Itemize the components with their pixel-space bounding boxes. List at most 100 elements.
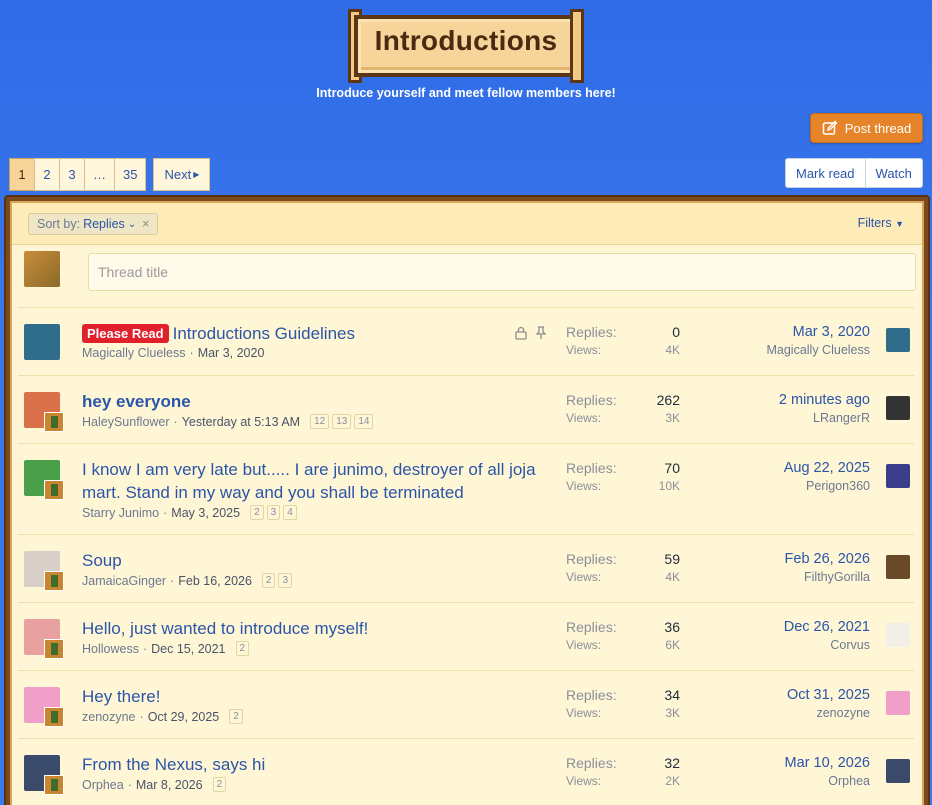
page-ellipsis[interactable]: … — [84, 158, 115, 191]
last-post-date[interactable]: Dec 26, 2021 — [784, 619, 870, 635]
last-poster-avatar[interactable] — [886, 555, 910, 579]
thread-page-link[interactable]: 4 — [283, 505, 297, 520]
thread-row[interactable]: From the Nexus, says hi Orphea · Mar 8, 202… — [18, 738, 914, 805]
replies-stat: Replies: 262 — [566, 392, 680, 408]
last-post-date[interactable]: Feb 26, 2026 — [785, 551, 870, 567]
thread-page-link[interactable]: 3 — [278, 573, 293, 588]
thread-author[interactable]: JamaicaGinger — [82, 574, 166, 588]
clear-sort-icon[interactable]: × — [142, 217, 149, 231]
page-2[interactable]: 2 — [34, 158, 60, 191]
mark-read-button[interactable]: Mark read — [785, 158, 866, 188]
thread-start-date[interactable]: Mar 8, 2026 — [136, 778, 203, 792]
thread-page-link[interactable]: 2 — [250, 505, 264, 520]
last-poster-name[interactable]: Perigon360 — [784, 479, 870, 493]
watch-button[interactable]: Watch — [864, 158, 923, 188]
thread-author[interactable]: Hollowess — [82, 642, 139, 656]
thread-row[interactable]: Please Read Introductions Guidelines Magic… — [18, 307, 914, 375]
author-avatar[interactable] — [24, 324, 60, 360]
thread-title-link[interactable]: Introductions Guidelines — [173, 324, 355, 343]
last-poster-name[interactable]: Orphea — [785, 774, 870, 788]
latest-poster-mini-avatar[interactable] — [44, 639, 64, 659]
thread-author[interactable]: zenozyne — [82, 710, 136, 724]
page-35[interactable]: 35 — [114, 158, 147, 191]
thread-title-link[interactable]: Soup — [82, 551, 122, 570]
thread-stats: Replies: 59 Views: 4K — [566, 551, 680, 584]
post-thread-button[interactable]: Post thread — [810, 113, 923, 143]
last-post-date[interactable]: 2 minutes ago — [779, 392, 870, 408]
last-poster-name[interactable]: zenozyne — [787, 706, 870, 720]
thread-page-link[interactable]: 2 — [229, 709, 243, 724]
last-post-date[interactable]: Mar 10, 2026 — [785, 755, 870, 771]
thread-page-link[interactable]: 3 — [266, 505, 281, 520]
last-poster-name[interactable]: LRangerR — [779, 411, 870, 425]
last-post-date[interactable]: Aug 22, 2025 — [784, 460, 870, 476]
last-post-date[interactable]: Mar 3, 2020 — [766, 324, 870, 340]
thread-row[interactable]: hey everyone HaleySunflower · Yesterday at … — [18, 375, 914, 443]
latest-poster-mini-avatar[interactable] — [44, 412, 64, 432]
thread-page-link[interactable]: 2 — [261, 573, 276, 588]
last-poster-avatar[interactable] — [886, 691, 910, 715]
last-poster-name[interactable]: FilthyGorilla — [785, 570, 870, 584]
author-avatar[interactable] — [24, 619, 64, 659]
author-avatar[interactable] — [24, 755, 64, 795]
author-avatar[interactable] — [24, 687, 64, 727]
thread-row[interactable]: Hello, just wanted to introduce myself! H… — [18, 602, 914, 670]
author-avatar[interactable] — [24, 551, 64, 591]
thread-start-date[interactable]: Yesterday at 5:13 AM — [182, 415, 300, 429]
page-1[interactable]: 1 — [9, 158, 35, 191]
latest-poster-mini-avatar[interactable] — [44, 707, 64, 727]
prefix-badge[interactable]: Please Read — [82, 324, 169, 343]
thread-page-link[interactable]: 12 — [310, 414, 330, 429]
last-poster-avatar[interactable] — [886, 396, 910, 420]
last-poster-avatar[interactable] — [886, 759, 910, 783]
thread-start-date[interactable]: Mar 3, 2020 — [198, 346, 265, 360]
thread-author[interactable]: HaleySunflower — [82, 415, 170, 429]
thread-page-link[interactable]: 2 — [212, 777, 227, 792]
thread-title-link[interactable]: hey everyone — [82, 392, 191, 411]
thread-page-link[interactable]: 13 — [332, 414, 352, 429]
thread-title-line: Hey there! — [82, 685, 552, 708]
latest-poster-mini-avatar[interactable] — [44, 775, 64, 795]
thread-author[interactable]: Starry Junimo — [82, 506, 159, 520]
thread-author[interactable]: Magically Clueless — [82, 346, 186, 360]
views-count: 3K — [665, 706, 680, 720]
last-poster-name[interactable]: Corvus — [784, 638, 870, 652]
last-poster-name[interactable]: Magically Clueless — [766, 343, 870, 357]
thread-start-date[interactable]: Feb 16, 2026 — [178, 574, 252, 588]
filters-menu[interactable]: Filters ▼ — [858, 216, 904, 230]
thread-row[interactable]: I know I am very late but..... I are jun… — [18, 443, 914, 534]
thread-page-link[interactable]: 14 — [354, 414, 374, 429]
thread-title-input[interactable]: Thread title — [88, 253, 916, 291]
author-avatar[interactable] — [24, 392, 64, 432]
last-post-date[interactable]: Oct 31, 2025 — [787, 687, 870, 703]
last-post-info: Oct 31, 2025 zenozyne — [787, 687, 870, 720]
thread-row[interactable]: Hey there! zenozyne · Oct 29, 2025 2 Replies:… — [18, 670, 914, 738]
latest-poster-mini-avatar[interactable] — [44, 571, 64, 591]
last-poster-avatar[interactable] — [886, 328, 910, 352]
replies-count: 36 — [664, 619, 680, 635]
next-page-button[interactable]: Next ▶ — [153, 158, 211, 191]
thread-page-link[interactable]: 2 — [235, 641, 250, 656]
thread-start-date[interactable]: May 3, 2025 — [171, 506, 240, 520]
thread-start-date[interactable]: Dec 15, 2021 — [151, 642, 225, 656]
edit-icon — [822, 120, 838, 135]
thread-title-link[interactable]: I know I am very late but..... I are jun… — [82, 460, 536, 502]
thread-row[interactable]: Soup JamaicaGinger · Feb 16, 2026 2 3 Replies:… — [18, 534, 914, 602]
thread-start-date[interactable]: Oct 29, 2025 — [148, 710, 220, 724]
thread-author[interactable]: Orphea — [82, 778, 124, 792]
thread-title-link[interactable]: From the Nexus, says hi — [82, 755, 265, 774]
last-poster-avatar[interactable] — [886, 464, 910, 488]
thread-title-link[interactable]: Hello, just wanted to introduce myself! — [82, 619, 368, 638]
meta-separator: · — [163, 505, 168, 520]
latest-poster-mini-avatar[interactable] — [44, 480, 64, 500]
thread-meta: Orphea · Mar 8, 2026 2 — [82, 777, 552, 792]
author-avatar[interactable] — [24, 460, 64, 500]
thread-stats: Replies: 36 Views: 6K — [566, 619, 680, 652]
meta-separator: · — [173, 414, 178, 429]
sort-filter[interactable]: Sort by: Replies ⌄ × — [28, 213, 159, 235]
page-3[interactable]: 3 — [59, 158, 85, 191]
thread-title-link[interactable]: Hey there! — [82, 687, 160, 706]
thread-meta: zenozyne · Oct 29, 2025 2 — [82, 709, 552, 724]
last-poster-avatar[interactable] — [886, 623, 910, 647]
views-stat: Views: 10K — [566, 479, 680, 493]
